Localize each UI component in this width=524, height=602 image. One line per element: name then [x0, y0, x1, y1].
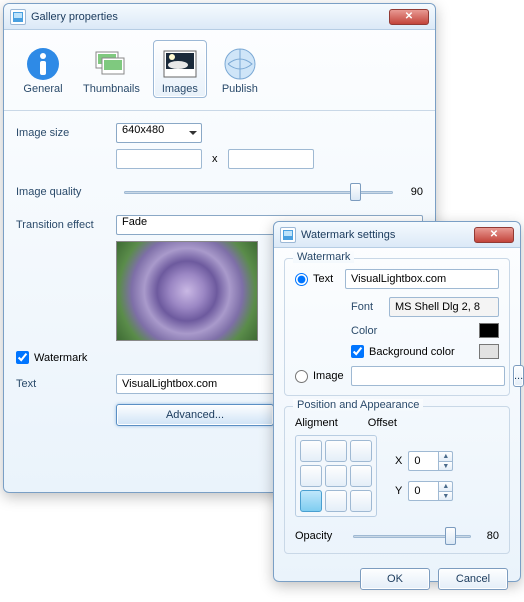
- image-radio[interactable]: Image: [295, 370, 343, 383]
- app-icon: [10, 9, 26, 25]
- opacity-slider[interactable]: [353, 527, 471, 545]
- images-icon: [160, 45, 200, 83]
- position-group: Position and Appearance Aligment Offset …: [284, 406, 510, 554]
- height-input[interactable]: [228, 149, 314, 169]
- align-mr[interactable]: [350, 465, 372, 487]
- opacity-label: Opacity: [295, 530, 345, 542]
- close-button[interactable]: ✕: [389, 9, 429, 25]
- align-label: Aligment: [295, 417, 338, 429]
- watermark-settings-window: Watermark settings ✕ Watermark Text Font…: [273, 221, 521, 582]
- tab-strip: General Thumbnails Images Publish: [16, 40, 423, 98]
- bgcolor-checkbox[interactable]: Background color: [351, 345, 455, 358]
- dim-x: x: [212, 153, 218, 165]
- offset-y-stepper[interactable]: ▲▼: [408, 481, 453, 501]
- wm-image-input[interactable]: [351, 366, 505, 386]
- quality-slider[interactable]: [124, 183, 393, 201]
- separator: [4, 110, 435, 111]
- offset-label: Offset: [368, 417, 397, 429]
- publish-icon: [220, 45, 260, 83]
- font-label: Font: [351, 301, 383, 313]
- align-br[interactable]: [350, 490, 372, 512]
- align-bc[interactable]: [325, 490, 347, 512]
- offset-x-stepper[interactable]: ▲▼: [408, 451, 453, 471]
- color-swatch[interactable]: [479, 323, 499, 338]
- quality-value: 90: [401, 186, 423, 198]
- app-icon: [280, 227, 296, 243]
- font-button[interactable]: MS Shell Dlg 2, 8: [389, 297, 499, 317]
- watermark-title: Watermark settings: [301, 229, 395, 241]
- spin-down[interactable]: ▼: [438, 491, 453, 501]
- gallery-title: Gallery properties: [31, 11, 118, 23]
- watermark-checkbox[interactable]: Watermark: [16, 351, 87, 364]
- bgcolor-swatch[interactable]: [479, 344, 499, 359]
- tab-images[interactable]: Images: [153, 40, 207, 98]
- spin-up[interactable]: ▲: [438, 481, 453, 491]
- spin-up[interactable]: ▲: [438, 451, 453, 461]
- image-size-select[interactable]: 640x480: [116, 123, 202, 143]
- opacity-value: 80: [479, 530, 499, 542]
- thumbnails-icon: [91, 45, 131, 83]
- align-bl[interactable]: [300, 490, 322, 512]
- align-tl[interactable]: [300, 440, 322, 462]
- align-tr[interactable]: [350, 440, 372, 462]
- wm-text-input[interactable]: [345, 269, 499, 289]
- alignment-grid[interactable]: [295, 435, 377, 517]
- spin-down[interactable]: ▼: [438, 461, 453, 471]
- x-label: X: [395, 455, 402, 467]
- transition-label: Transition effect: [16, 219, 116, 231]
- tab-general[interactable]: General: [16, 40, 70, 98]
- text-label: Text: [16, 378, 116, 390]
- browse-button[interactable]: ...: [513, 365, 524, 387]
- tab-publish[interactable]: Publish: [213, 40, 267, 98]
- watermark-group: Watermark Text Font MS Shell Dlg 2, 8 Co…: [284, 258, 510, 396]
- align-tc[interactable]: [325, 440, 347, 462]
- close-button[interactable]: ✕: [474, 227, 514, 243]
- gallery-titlebar[interactable]: Gallery properties ✕: [4, 4, 435, 30]
- quality-label: Image quality: [16, 186, 116, 198]
- align-ml[interactable]: [300, 465, 322, 487]
- text-radio[interactable]: Text: [295, 273, 337, 286]
- info-icon: [23, 45, 63, 83]
- align-mc[interactable]: [325, 465, 347, 487]
- cancel-button[interactable]: Cancel: [438, 568, 508, 590]
- advanced-button[interactable]: Advanced...: [116, 404, 274, 426]
- width-input[interactable]: [116, 149, 202, 169]
- color-label: Color: [351, 325, 383, 337]
- image-size-label: Image size: [16, 127, 116, 139]
- watermark-titlebar[interactable]: Watermark settings ✕: [274, 222, 520, 248]
- transition-preview: [116, 241, 258, 341]
- y-label: Y: [395, 485, 402, 497]
- ok-button[interactable]: OK: [360, 568, 430, 590]
- tab-thumbnails[interactable]: Thumbnails: [76, 40, 147, 98]
